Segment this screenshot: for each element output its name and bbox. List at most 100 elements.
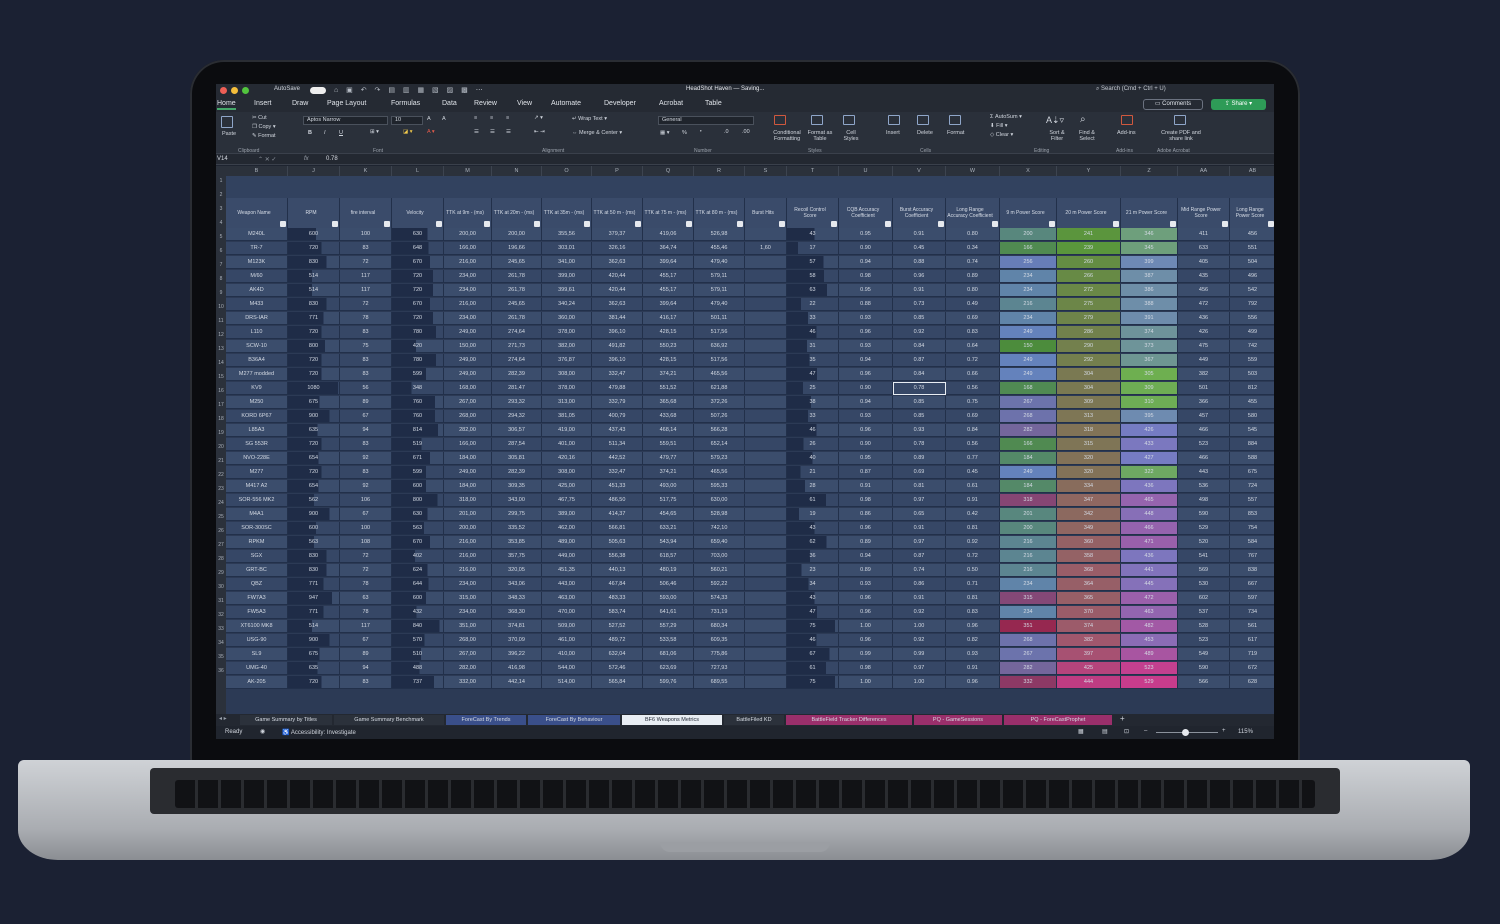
insert-cells-icon[interactable] [888, 115, 900, 125]
row-number[interactable]: 7 [216, 262, 226, 268]
table-cell[interactable]: 511,34 [592, 438, 643, 451]
weapon-name-cell[interactable]: XT6100 MK8 [226, 620, 288, 633]
weapon-name-cell[interactable]: SCW-10 [226, 340, 288, 353]
table-cell[interactable] [745, 326, 787, 339]
cut-button[interactable]: ✂ Cut [252, 115, 267, 121]
table-cell[interactable]: 727,93 [694, 662, 745, 675]
table-cell[interactable]: 812 [1230, 382, 1274, 395]
table-cell[interactable] [745, 578, 787, 591]
table-cell[interactable]: 416,17 [643, 312, 694, 325]
table-cell[interactable]: 557,29 [643, 620, 694, 633]
table-cell[interactable] [745, 340, 787, 353]
table-cell[interactable]: 720 [288, 676, 340, 689]
table-cell[interactable]: 364,74 [643, 242, 694, 255]
align-right-icon[interactable]: ☰ [506, 129, 511, 135]
table-cell[interactable]: 200,00 [444, 522, 492, 535]
table-cell[interactable]: 75 [787, 620, 839, 633]
table-cell[interactable]: 351,00 [444, 620, 492, 633]
table-cell[interactable]: 654 [288, 452, 340, 465]
table-cell[interactable]: 466 [1178, 452, 1230, 465]
table-cell[interactable] [745, 312, 787, 325]
table-cell[interactable]: 427 [1121, 452, 1178, 465]
table-cell[interactable]: 667 [1230, 578, 1274, 591]
row-number[interactable]: 32 [216, 612, 226, 618]
column-header-6[interactable]: O [542, 166, 592, 176]
table-cell[interactable]: 425,00 [542, 480, 592, 493]
weapon-name-cell[interactable]: TR-7 [226, 242, 288, 255]
table-cell[interactable]: 635 [288, 424, 340, 437]
table-cell[interactable]: 0.93 [946, 648, 1000, 661]
table-cell[interactable]: 348 [392, 382, 444, 395]
zoom-slider-thumb[interactable] [1182, 729, 1189, 736]
table-cell[interactable]: 0.90 [839, 438, 893, 451]
conditional-formatting-button[interactable]: Conditional Formatting [767, 130, 807, 142]
filter-dropdown-icon[interactable] [992, 221, 998, 227]
row-number[interactable]: 27 [216, 542, 226, 548]
table-cell[interactable]: 771 [288, 312, 340, 325]
zoom-in-icon[interactable]: + [1222, 728, 1226, 734]
table-cell[interactable]: 23 [787, 564, 839, 577]
weapon-name-cell[interactable]: M277 [226, 466, 288, 479]
table-cell[interactable]: 299,75 [492, 508, 542, 521]
table-cell[interactable]: 0.96 [839, 326, 893, 339]
table-cell[interactable]: 281,47 [492, 382, 542, 395]
row-number[interactable]: 23 [216, 486, 226, 492]
table-cell[interactable]: 0.88 [839, 298, 893, 311]
table-cell[interactable]: 814 [392, 424, 444, 437]
table-cell[interactable]: 0.96 [839, 592, 893, 605]
table-cell[interactable]: 293,32 [492, 396, 542, 409]
table-cell[interactable]: 349 [1057, 522, 1121, 535]
table-cell[interactable]: 442,14 [492, 676, 542, 689]
table-cell[interactable]: 900 [288, 634, 340, 647]
autosum-button[interactable]: Σ AutoSum ▾ [990, 114, 1022, 120]
table-cell[interactable]: 303,01 [542, 242, 592, 255]
table-cell[interactable]: 483,33 [592, 592, 643, 605]
table-cell[interactable]: 455 [1230, 396, 1274, 409]
table-cell[interactable]: 78 [340, 606, 392, 619]
row-number[interactable]: 11 [216, 318, 226, 324]
table-cell[interactable]: 703,00 [694, 550, 745, 563]
table-cell[interactable]: 0.90 [839, 242, 893, 255]
table-cell[interactable]: 590 [1178, 508, 1230, 521]
italic-button[interactable]: I [324, 130, 326, 136]
table-cell[interactable]: 947 [288, 592, 340, 605]
table-cell[interactable]: 72 [340, 550, 392, 563]
row-number[interactable]: 4 [216, 220, 226, 226]
grow-font-icon[interactable]: A [427, 116, 431, 122]
table-cell[interactable]: 267,00 [444, 648, 492, 661]
weapon-name-cell[interactable]: L110 [226, 326, 288, 339]
table-cell[interactable]: 381,05 [542, 410, 592, 423]
table-cell[interactable]: 641,61 [643, 606, 694, 619]
table-cell[interactable]: 630 [392, 508, 444, 521]
table-cell[interactable]: 322 [1121, 466, 1178, 479]
table-cell[interactable]: 0.87 [893, 354, 946, 367]
table-cell[interactable] [745, 256, 787, 269]
row-number[interactable]: 8 [216, 276, 226, 282]
table-cell[interactable]: 282,00 [444, 424, 492, 437]
table-cell[interactable]: 241 [1057, 228, 1121, 241]
table-cell[interactable]: 444 [1057, 676, 1121, 689]
table-cell[interactable]: 633,21 [643, 522, 694, 535]
row-number[interactable]: 28 [216, 556, 226, 562]
add-ins-icon[interactable] [1121, 115, 1133, 125]
table-cell[interactable]: 360,00 [542, 312, 592, 325]
table-cell[interactable] [745, 662, 787, 675]
table-cell[interactable]: 566,81 [592, 522, 643, 535]
table-cell[interactable]: 536 [1178, 480, 1230, 493]
table-cell[interactable]: 168 [1000, 382, 1057, 395]
table-cell[interactable]: 0.78 [893, 438, 946, 451]
table-cell[interactable]: 520 [1178, 536, 1230, 549]
table-cell[interactable]: 0.74 [946, 256, 1000, 269]
table-cell[interactable]: 249 [1000, 466, 1057, 479]
table-cell[interactable]: 652,14 [694, 438, 745, 451]
table-cell[interactable]: 433,68 [643, 410, 694, 423]
weapon-name-cell[interactable]: M250 [226, 396, 288, 409]
table-cell[interactable]: 517,75 [643, 494, 694, 507]
table-cell[interactable]: 309,35 [492, 480, 542, 493]
weapon-name-cell[interactable]: DRS-IAR [226, 312, 288, 325]
filter-dropdown-icon[interactable] [1222, 221, 1228, 227]
table-cell[interactable]: 720 [392, 270, 444, 283]
table-cell[interactable]: 17 [787, 242, 839, 255]
table-cell[interactable]: 1.00 [839, 620, 893, 633]
table-cell[interactable]: 445 [1121, 578, 1178, 591]
